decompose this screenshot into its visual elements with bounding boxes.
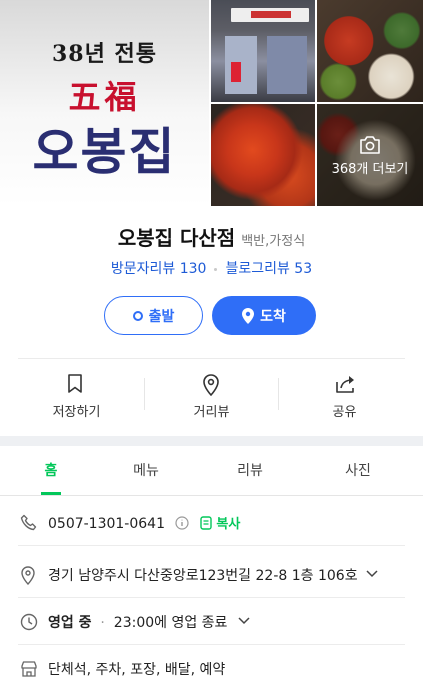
store-icon (21, 661, 37, 677)
chevron-down-icon (238, 617, 250, 625)
location-pin-icon (242, 307, 255, 324)
copy-button[interactable]: 복사 (216, 517, 240, 532)
facilities-text: 단체석, 주차, 포장, 배달, 예약 (48, 662, 226, 678)
review-counts: 방문자리뷰 130 블로그리뷰 53 (0, 258, 423, 278)
hours-row[interactable]: 영업 중 · 23:00에 영업 종료 (18, 599, 405, 645)
clock-icon (20, 613, 38, 631)
photo-gallery: 38년 전통 五福 오봉집 368개 더보기 (0, 0, 423, 206)
origin-icon (132, 310, 143, 321)
tab-bar: 홈 메뉴 리뷰 사진 (0, 446, 423, 496)
food-photo-1[interactable] (317, 0, 423, 102)
logo-tagline: 38년 전통 (52, 41, 157, 67)
phone-row: 0507-1301-0641 복사 (18, 500, 405, 546)
more-photos-label: 368개 더보기 (331, 162, 409, 177)
info-icon[interactable] (175, 516, 190, 530)
chevron-down-icon (366, 570, 378, 578)
more-photos-tile[interactable]: 368개 더보기 (317, 104, 423, 206)
tab-menu[interactable]: 메뉴 (116, 460, 176, 480)
divider (18, 358, 405, 359)
copy-icon (200, 516, 212, 530)
blog-reviews-link[interactable]: 블로그리뷰 53 (225, 261, 312, 277)
share-button[interactable]: 공유 (274, 360, 415, 430)
save-button[interactable]: 저장하기 (6, 360, 147, 430)
place-header: 오봉집 다산점 백반,가정식 (0, 222, 423, 251)
phone-number[interactable]: 0507-1301-0641 (48, 516, 165, 532)
departure-button[interactable]: 출발 (104, 296, 203, 335)
address-row[interactable]: 경기 남양주시 다산중앙로123번길 22-8 1층 106호 (18, 552, 405, 598)
save-label: 저장하기 (52, 405, 101, 420)
tab-reviews[interactable]: 리뷰 (220, 460, 280, 480)
tab-photos[interactable]: 사진 (328, 460, 388, 480)
departure-label: 출발 (148, 308, 175, 325)
open-status: 영업 중 (48, 615, 92, 631)
visitor-reviews-link[interactable]: 방문자리뷰 130 (111, 261, 207, 277)
facilities-row: 단체석, 주차, 포장, 배달, 예약 (18, 646, 405, 692)
share-icon (336, 376, 354, 393)
street-view-button[interactable]: 거리뷰 (141, 360, 282, 430)
closing-time: 23:00에 영업 종료 (113, 615, 228, 631)
arrival-button[interactable]: 도착 (212, 296, 316, 335)
bookmark-icon (68, 374, 82, 393)
separator-dot: · (95, 615, 110, 631)
phone-icon (20, 514, 37, 531)
active-tab-indicator (41, 492, 61, 495)
share-label: 공유 (332, 405, 357, 420)
street-view-label: 거리뷰 (193, 405, 230, 420)
camera-icon (360, 136, 380, 154)
address-text: 경기 남양주시 다산중앙로123번길 22-8 1층 106호 (48, 568, 358, 584)
tab-home[interactable]: 홈 (21, 460, 81, 480)
route-buttons: 출발 도착 (104, 296, 316, 336)
logo-name: 오봉집 (32, 122, 177, 181)
map-pin-icon (203, 374, 219, 396)
action-bar: 저장하기 거리뷰 공유 (0, 360, 423, 430)
food-photo-2[interactable] (211, 104, 315, 206)
storefront-photo[interactable] (211, 0, 315, 102)
arrival-label: 도착 (260, 308, 286, 325)
restaurant-logo-photo[interactable]: 38년 전통 五福 오봉집 (0, 0, 209, 206)
place-name: 오봉집 다산점 (117, 226, 236, 250)
place-category: 백반,가정식 (241, 234, 306, 249)
location-icon (21, 566, 35, 586)
section-divider (0, 436, 423, 446)
